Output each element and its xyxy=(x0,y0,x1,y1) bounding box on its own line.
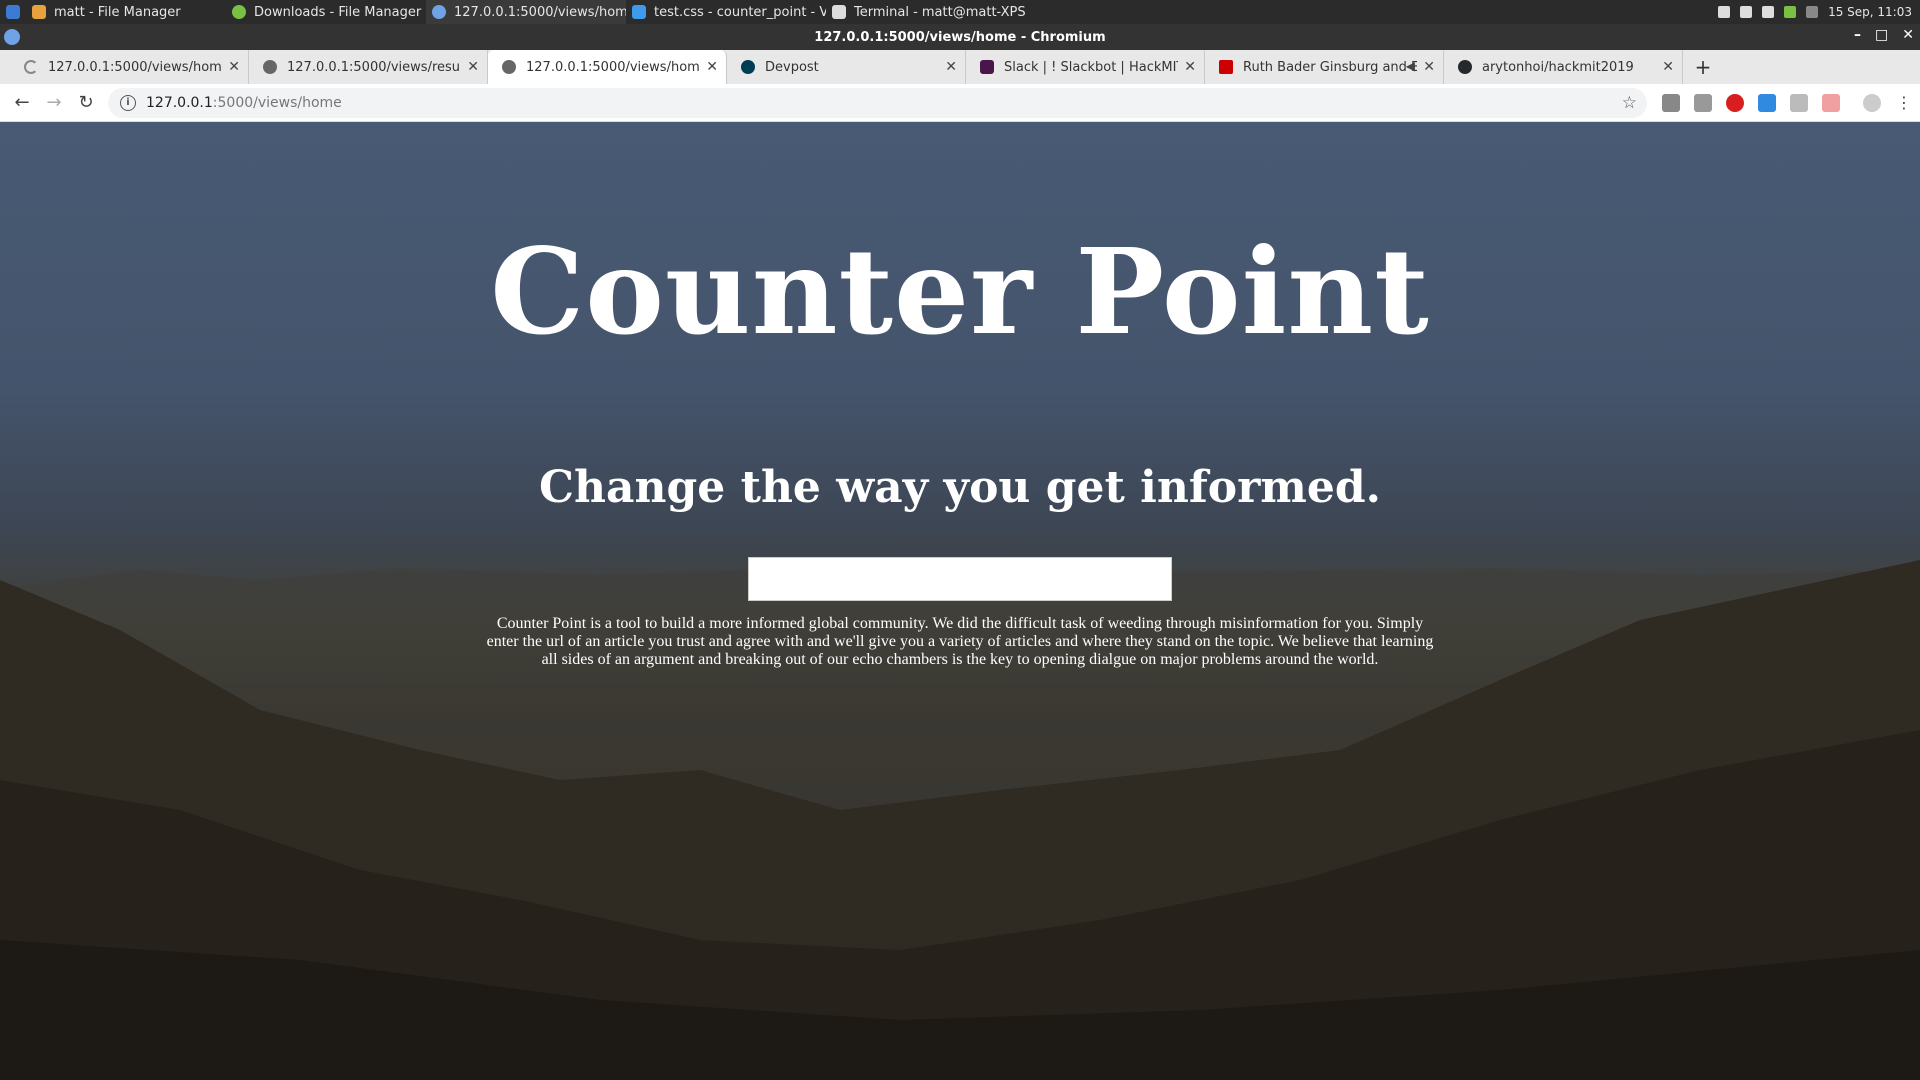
minimize-icon[interactable]: – xyxy=(1854,27,1861,43)
close-window-icon[interactable]: ✕ xyxy=(1902,27,1914,43)
url-path: :5000/views/home xyxy=(212,94,342,111)
taskbar-item-label: matt - File Manager xyxy=(54,4,181,20)
volume-muted-icon[interactable] xyxy=(1806,6,1819,18)
tab-title: Ruth Bader Ginsburg and E xyxy=(1243,59,1417,75)
tab-home-active[interactable]: 127.0.0.1:5000/views/home ✕ xyxy=(488,50,727,84)
terminal-icon xyxy=(832,5,846,19)
taskbar-item-vscode[interactable]: test.css - counter_point - Visu... xyxy=(626,0,826,24)
taskbar-item-file-manager[interactable]: matt - File Manager xyxy=(26,0,226,24)
taskbar-item-label: test.css - counter_point - Visu... xyxy=(654,4,826,20)
os-taskbar: matt - File Manager Downloads - File Man… xyxy=(0,0,1920,24)
taskbar-item-label: Terminal - matt@matt-XPS-1... xyxy=(854,4,1026,20)
taskbar-item-downloads[interactable]: Downloads - File Manager xyxy=(226,0,426,24)
devpost-icon xyxy=(741,60,755,74)
taskbar-item-label: Downloads - File Manager xyxy=(254,4,422,20)
chromium-icon xyxy=(4,29,20,45)
start-menu-button[interactable] xyxy=(0,0,26,24)
close-tab-icon[interactable]: ✕ xyxy=(706,59,718,75)
system-tray: 15 Sep, 11:03 xyxy=(1718,5,1920,19)
tab-title: 127.0.0.1:5000/views/results xyxy=(287,59,461,75)
clock[interactable]: 15 Sep, 11:03 xyxy=(1828,5,1912,19)
download-icon xyxy=(232,5,246,19)
bluetooth-icon[interactable] xyxy=(1762,6,1775,18)
wifi-icon[interactable] xyxy=(1740,6,1753,18)
browser-toolbar: ← → ↻ i 127.0.0.1:5000/views/home ☆ ⋮ xyxy=(0,84,1920,122)
grey-extension-icon[interactable] xyxy=(1790,93,1808,112)
profile-avatar-icon[interactable] xyxy=(1863,93,1881,112)
address-bar[interactable]: i 127.0.0.1:5000/views/home ☆ xyxy=(108,87,1647,118)
tab-home-loading[interactable]: 127.0.0.1:5000/views/home ✕ xyxy=(10,50,249,84)
tab-slack[interactable]: Slack | ! Slackbot | HackMIT 20 ✕ xyxy=(966,50,1205,84)
slack-icon xyxy=(980,60,994,74)
bookmark-star-icon[interactable]: ☆ xyxy=(1622,93,1637,113)
screenshot-extension-icon[interactable] xyxy=(1662,93,1680,112)
notification-bell-icon[interactable] xyxy=(1718,6,1731,18)
vscode-icon xyxy=(632,5,646,19)
background-landscape xyxy=(0,560,1920,1080)
url-host: 127.0.0.1 xyxy=(146,94,213,111)
page-title: Counter Point xyxy=(490,222,1430,361)
article-url-input[interactable] xyxy=(748,557,1172,601)
back-button[interactable]: ← xyxy=(6,87,38,119)
red-extension-icon[interactable] xyxy=(1822,93,1840,112)
chromium-icon xyxy=(432,5,446,19)
close-tab-icon[interactable]: ✕ xyxy=(467,59,479,75)
scissors-extension-icon[interactable] xyxy=(1694,93,1712,112)
audio-playing-icon[interactable]: ◀ xyxy=(1406,59,1415,73)
tab-strip: 127.0.0.1:5000/views/home ✕ 127.0.0.1:50… xyxy=(0,50,1920,84)
page-description: Counter Point is a tool to build a more … xyxy=(486,615,1434,668)
globe-icon xyxy=(502,60,516,74)
window-titlebar: 127.0.0.1:5000/views/home - Chromium – □… xyxy=(0,24,1920,50)
tab-github[interactable]: arytonhoi/hackmit2019 ✕ xyxy=(1444,50,1683,84)
cnn-icon xyxy=(1219,60,1233,74)
calendar-extension-icon[interactable] xyxy=(1758,93,1776,112)
tab-title: arytonhoi/hackmit2019 xyxy=(1482,59,1634,75)
tab-cnn[interactable]: Ruth Bader Ginsburg and E ◀ ✕ xyxy=(1205,50,1444,84)
site-info-icon[interactable]: i xyxy=(120,94,136,111)
page-viewport: Counter Point Change the way you get inf… xyxy=(0,122,1920,1080)
tab-results[interactable]: 127.0.0.1:5000/views/results ✕ xyxy=(249,50,488,84)
forward-button[interactable]: → xyxy=(38,87,70,119)
adblock-extension-icon[interactable] xyxy=(1726,93,1744,112)
home-icon xyxy=(32,5,46,19)
tab-devpost[interactable]: Devpost ✕ xyxy=(727,50,966,84)
tab-title: Slack | ! Slackbot | HackMIT 20 xyxy=(1004,59,1178,75)
tab-title: 127.0.0.1:5000/views/home xyxy=(48,59,222,75)
window-title: 127.0.0.1:5000/views/home - Chromium xyxy=(814,29,1106,45)
taskbar-item-terminal[interactable]: Terminal - matt@matt-XPS-1... xyxy=(826,0,1026,24)
tab-title: Devpost xyxy=(765,59,819,75)
reload-button[interactable]: ↻ xyxy=(70,87,102,119)
menu-kebab-icon[interactable]: ⋮ xyxy=(1888,87,1920,119)
maximize-icon[interactable]: □ xyxy=(1875,27,1888,43)
close-tab-icon[interactable]: ✕ xyxy=(945,59,957,75)
battery-icon[interactable] xyxy=(1784,6,1797,18)
taskbar-item-chromium[interactable]: 127.0.0.1:5000/views/home -... xyxy=(426,0,626,24)
close-tab-icon[interactable]: ✕ xyxy=(1423,59,1435,75)
page-subtitle: Change the way you get informed. xyxy=(539,462,1381,513)
new-tab-button[interactable]: + xyxy=(1683,50,1723,84)
tab-title: 127.0.0.1:5000/views/home xyxy=(526,59,700,75)
close-tab-icon[interactable]: ✕ xyxy=(1662,59,1674,75)
xfce-mouse-icon xyxy=(6,5,20,19)
taskbar-item-label: 127.0.0.1:5000/views/home -... xyxy=(454,4,626,20)
loading-spinner-icon xyxy=(24,60,38,74)
window-controls: – □ ✕ xyxy=(1854,27,1914,43)
github-icon xyxy=(1458,60,1472,74)
globe-icon xyxy=(263,60,277,74)
close-tab-icon[interactable]: ✕ xyxy=(1184,59,1196,75)
close-tab-icon[interactable]: ✕ xyxy=(228,59,240,75)
